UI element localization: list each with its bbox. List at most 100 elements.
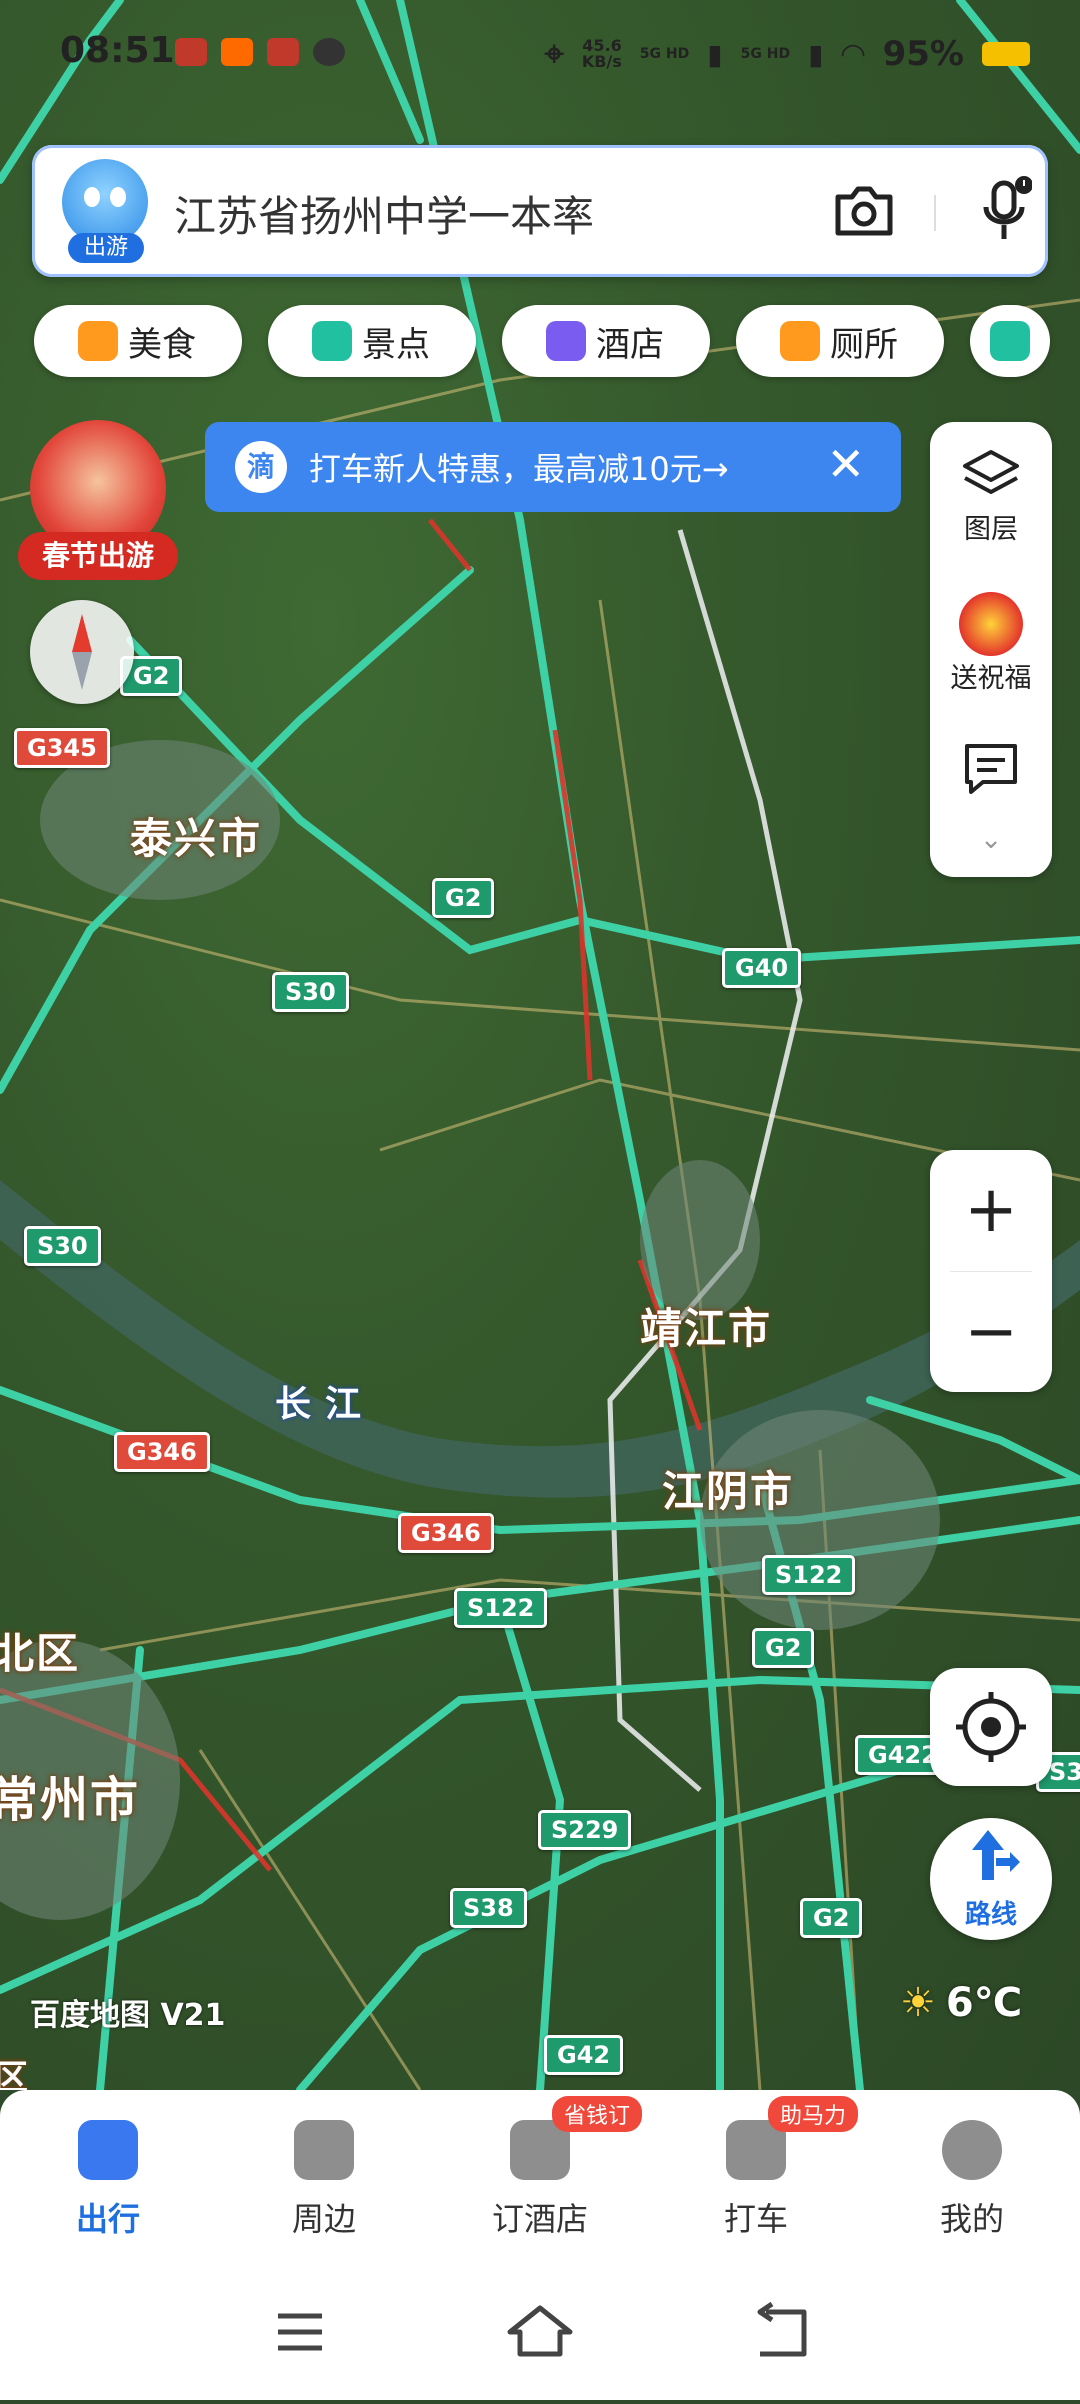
map-label-jiangyin[interactable]: 江阴市 [662, 1458, 794, 1519]
tab-nearby[interactable]: 周边 [216, 2120, 432, 2240]
status-time: 08:51 [60, 30, 175, 71]
greeting-button[interactable]: 送祝福 [930, 592, 1052, 695]
compass-button[interactable] [30, 600, 134, 704]
search-divider [934, 195, 936, 231]
promo-text: 打车新人特惠，最高减10元→ [309, 450, 729, 488]
chip-food[interactable]: 美食 [34, 305, 242, 377]
chevron-down-icon[interactable]: ⌄ [930, 824, 1052, 855]
road-shield-s30: S30 [24, 1226, 101, 1266]
map-label-district[interactable]: 北区 [0, 1620, 80, 1681]
chip-scenic[interactable]: 景点 [268, 305, 476, 377]
avatar-tag[interactable]: 出游 [68, 233, 144, 263]
fortune-icon [959, 592, 1023, 656]
search-bar[interactable]: 出游 江苏省扬州中学一本率 [32, 145, 1048, 277]
chip-toilet[interactable]: 厕所 [736, 305, 944, 377]
search-input[interactable]: 江苏省扬州中学一本率 [174, 183, 594, 244]
road-shield-g346: G346 [398, 1513, 494, 1553]
chat-app-icon [313, 38, 345, 66]
layers-button[interactable]: 图层 [930, 448, 1052, 546]
chip-more[interactable] [970, 305, 1050, 377]
battery-percent: 95% [882, 34, 964, 74]
road-shield-g42: G42 [544, 2035, 624, 2075]
network-speed: 45.6 KB/s [581, 36, 622, 71]
route-label: 路线 [964, 1900, 1017, 1930]
back-icon[interactable] [757, 2301, 807, 2357]
status-bar: 08:51 ⌖ 45.6 KB/s 5G HD ▮ 5G HD ▮ ◠ 95% [0, 0, 1080, 120]
signal-icon: ▮ [808, 37, 824, 71]
road-shield-s122: S122 [454, 1588, 548, 1628]
route-arrow-icon [972, 1830, 1020, 1880]
map-label-district-2[interactable]: 区 [0, 2050, 30, 2090]
zoom-in-button[interactable]: + [930, 1150, 1052, 1270]
chip-hotel[interactable]: 酒店 [502, 305, 710, 377]
greeting-label: 送祝福 [950, 663, 1032, 694]
compass-icon [72, 614, 92, 690]
status-indicators: ⌖ 45.6 KB/s 5G HD ▮ 5G HD ▮ ◠ 95% [545, 34, 1030, 74]
signal-2-label: 5G HD [740, 46, 791, 62]
travel-icon [78, 2120, 138, 2180]
road-shield-s30: S30 [272, 972, 349, 1012]
road-shield-g345: G345 [14, 728, 110, 768]
map-tools-panel: 图层 送祝福 ⌄ [930, 422, 1052, 877]
menu-icon[interactable] [278, 2313, 322, 2351]
road-shield-g40: G40 [722, 948, 802, 988]
promo-banner[interactable]: 滴 打车新人特惠，最高减10元→ ✕ [205, 422, 901, 512]
tab-travel[interactable]: 出行 [0, 2120, 216, 2240]
notification-icons [175, 38, 345, 66]
crosshair-icon [956, 1692, 1026, 1762]
road-shield-s38: S38 [450, 1888, 527, 1928]
message-icon [965, 744, 1017, 794]
taxi-logo-icon: 滴 [235, 441, 287, 493]
map-label-taixing[interactable]: 泰兴市 [130, 805, 262, 866]
tab-label: 打车 [723, 2200, 788, 2238]
festival-label: 春节出游 [18, 532, 178, 580]
tab-label: 订酒店 [491, 2200, 588, 2238]
tab-label: 我的 [939, 2200, 1004, 2238]
signal-icon: ▮ [707, 37, 723, 71]
map-label-changzhou[interactable]: 常州市 [0, 1760, 140, 1830]
bottom-tab-bar: 出行 周边 省钱订 订酒店 助马力 打车 我的 [0, 2090, 1080, 2270]
hotel-icon [546, 321, 586, 361]
news-app-icon [267, 38, 299, 66]
tab-label: 周边 [291, 2200, 356, 2238]
close-icon[interactable]: ✕ [826, 438, 865, 490]
road-shield-s229: S229 [538, 1810, 632, 1850]
signal-1-label: 5G HD [639, 46, 690, 62]
home-icon[interactable] [507, 2305, 573, 2357]
zoom-out-button[interactable]: − [930, 1272, 1052, 1392]
weather-temperature: 6℃ [945, 1980, 1023, 2026]
route-button[interactable]: 路线 [930, 1818, 1052, 1940]
tab-badge: 助马力 [768, 2096, 859, 2132]
zoom-controls: + − [930, 1150, 1052, 1392]
feedback-button[interactable] [930, 742, 1052, 803]
nearby-icon [294, 2120, 354, 2180]
road-shield-g346: G346 [114, 1432, 210, 1472]
layers-icon [963, 450, 1019, 494]
profile-icon [942, 2120, 1002, 2180]
road-shield-g2: G2 [752, 1628, 815, 1668]
locate-button[interactable] [930, 1668, 1052, 1786]
layers-label: 图层 [964, 514, 1018, 545]
festival-badge[interactable]: 春节出游 [18, 420, 178, 590]
road-shield-s122: S122 [762, 1555, 856, 1595]
map-label-river[interactable]: 长江 [275, 1375, 375, 1427]
sun-icon: ☀ [900, 1980, 936, 2026]
location-icon: ⌖ [544, 34, 564, 74]
tab-profile[interactable]: 我的 [864, 2120, 1080, 2240]
road-shield-g2: G2 [432, 878, 495, 918]
camera-icon[interactable] [832, 183, 896, 239]
wifi-icon: ◠ [841, 36, 865, 72]
tab-badge: 省钱订 [552, 2096, 643, 2132]
microphone-icon[interactable] [982, 175, 1032, 247]
bank-app-icon [175, 38, 207, 66]
scenic-icon [312, 321, 352, 361]
road-shield-g2: G2 [800, 1898, 863, 1938]
category-chips: 美食 景点 酒店 厕所 [34, 305, 1050, 377]
weather-indicator[interactable]: ☀ 6℃ [900, 1980, 1022, 2026]
map-watermark: 百度地图 V21 [30, 1998, 226, 2033]
map-label-jingjiang[interactable]: 靖江市 [640, 1295, 772, 1356]
food-icon [78, 321, 118, 361]
tab-taxi[interactable]: 助马力 打车 [648, 2096, 864, 2240]
system-nav-bar [0, 2270, 1080, 2400]
tab-hotel[interactable]: 省钱订 订酒店 [432, 2096, 648, 2240]
